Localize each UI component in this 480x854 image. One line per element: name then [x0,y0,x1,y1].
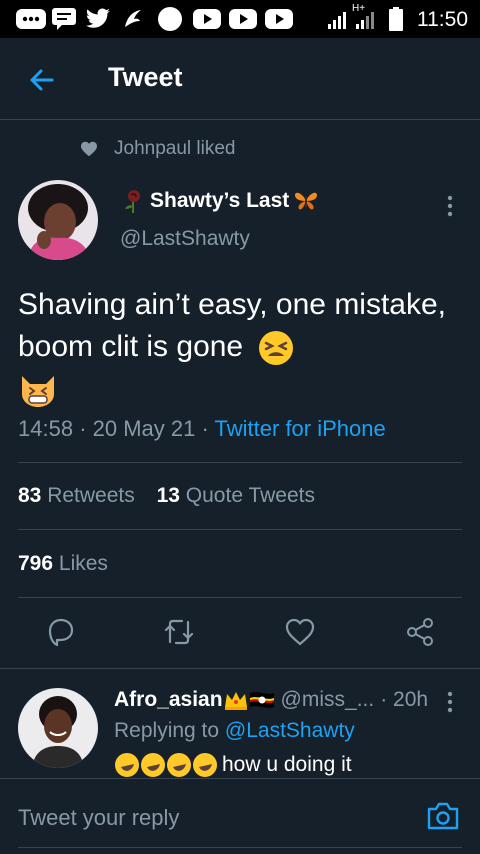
heart-icon [81,141,97,157]
likes-stat[interactable]: 796 Likes [18,552,108,576]
tired-face-emoji [259,331,294,366]
likes-count: 796 [18,552,54,575]
retweets-stat[interactable]: 83 Retweets [18,484,135,507]
reply-avatar[interactable] [18,688,98,768]
quotes-count: 13 [156,484,180,507]
reply-text: how u doing it [114,752,352,778]
retweet-icon[interactable] [163,616,195,648]
status-bar: H+ 11:50 [0,0,480,38]
grinning-cat-emoji [22,376,54,408]
composer-underline [18,847,462,848]
tweet-time: 14:58 [18,416,74,441]
chat-icon [50,7,78,31]
tweet-date: 20 May 21 [92,416,196,441]
tweet-stats: 83 Retweets 13 Quote Tweets [18,484,315,508]
butterfly-icon [295,192,318,210]
reply-input[interactable]: Tweet your reply [18,805,179,831]
youtube-icon [264,7,294,31]
rose-icon [125,190,140,213]
social-context-label: Johnpaul liked [114,138,236,159]
quotes-label: Quote Tweets [185,484,315,507]
tweet-meta: 14:58 · 20 May 21 · Twitter for iPhone [18,416,386,441]
divider [18,462,462,463]
tweet-source[interactable]: Twitter for iPhone [215,416,386,441]
crown-emoji [224,692,247,710]
arrow-left-icon[interactable] [26,64,58,96]
reply-author-name: Afro_asian [114,688,223,711]
author-handle[interactable]: @LastShawty [120,227,250,251]
clock: 11:50 [417,8,468,31]
top-bar: Tweet [0,38,480,120]
replying-to: Replying to @LastShawty [114,719,355,743]
twitter-icon [84,7,112,31]
like-icon[interactable] [284,616,316,648]
youtube-icon [228,7,258,31]
likes-label: Likes [58,552,108,575]
retweets-label: Retweets [47,484,135,507]
author-name-label: Shawty’s Last [150,189,290,212]
quotes-stat[interactable]: 13 Quote Tweets [157,484,315,507]
tweet-text: Shaving ain’t easy, one mistake, boom cl… [18,284,468,410]
uganda-flag-emoji [249,692,274,708]
youtube-icon [192,7,222,31]
reply-time: · 20h [380,688,429,711]
divider [18,597,462,598]
reply-icon[interactable] [45,616,77,648]
network-type: H+ [352,3,366,14]
more-options-icon[interactable] [446,194,454,218]
rolling-laughing-emoji [115,753,217,777]
social-context: Johnpaul liked [80,138,235,160]
reply-composer: Tweet your reply [0,778,480,854]
reply-handle: @miss_... [280,688,375,711]
author-name[interactable]: Shawty’s Last [120,188,319,214]
divider [0,668,480,669]
avatar[interactable] [18,180,98,260]
reply-author[interactable]: Afro_asian @miss_... · 20h [114,688,428,712]
retweets-count: 83 [18,484,42,507]
camera-icon[interactable] [426,801,460,831]
share-icon[interactable] [404,616,436,648]
divider [18,529,462,530]
battery-icon [388,7,404,31]
replying-to-handle[interactable]: @LastShawty [225,719,355,742]
replying-to-prefix: Replying to [114,719,220,742]
circle-icon [156,7,184,31]
reply-body: how u doing it [222,753,352,776]
messages-icon [14,7,48,31]
reply-more-options-icon[interactable] [446,690,454,714]
app-icon [120,7,146,31]
page-title: Tweet [108,62,183,92]
tweet-body: Shaving ain’t easy, one mistake, boom cl… [18,288,447,363]
